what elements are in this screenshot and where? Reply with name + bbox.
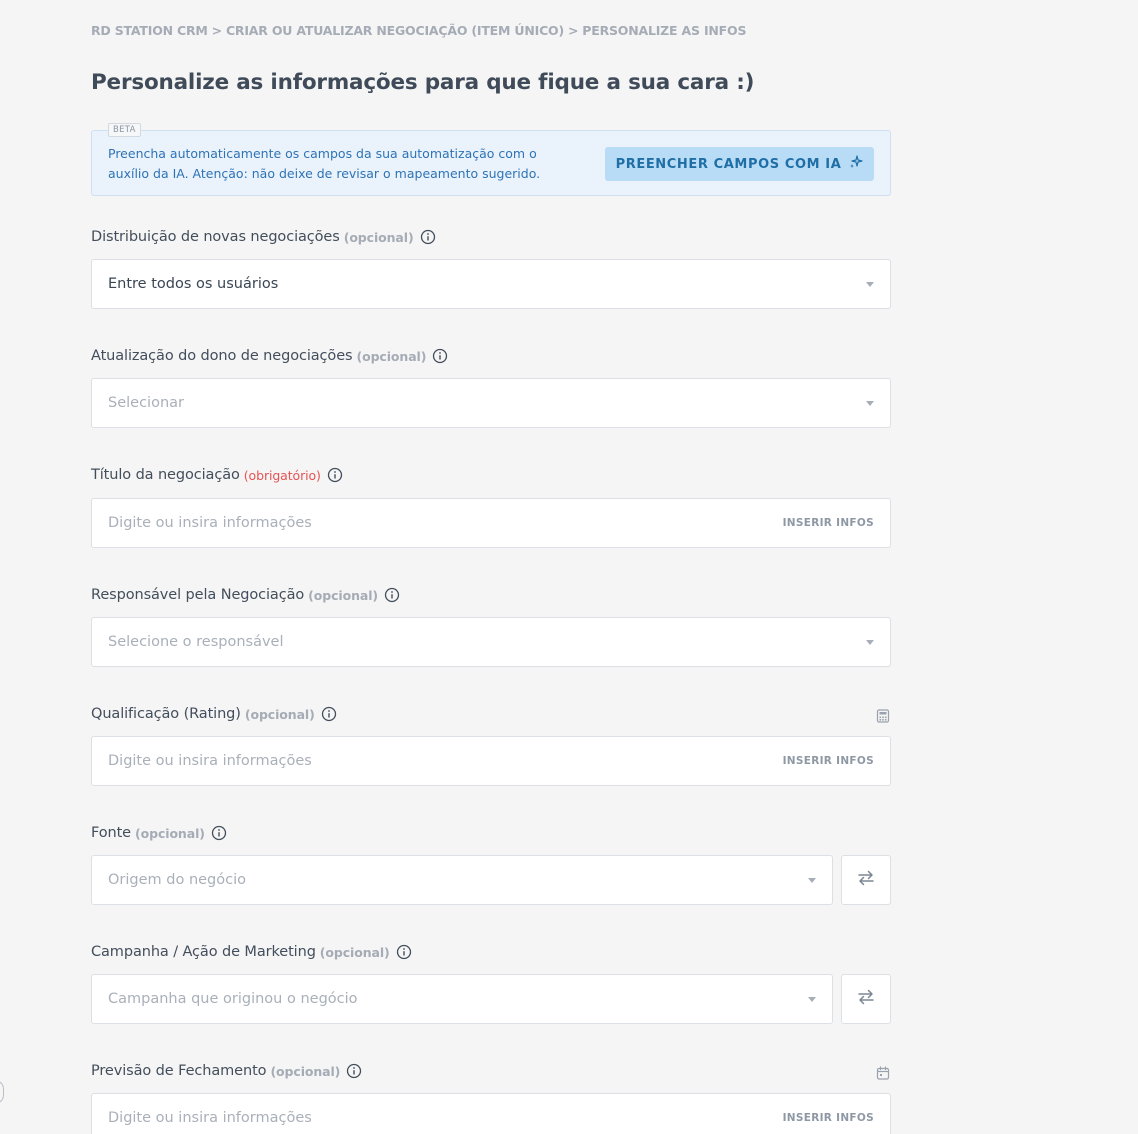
info-icon[interactable]	[346, 1063, 362, 1079]
ai-banner-text: Preencha automaticamente os campos da su…	[108, 146, 541, 181]
chevron-down-icon	[866, 281, 874, 287]
distribution-select[interactable]: Entre todos os usuários	[91, 259, 891, 309]
source-select-placeholder: Origem do negócio	[108, 872, 247, 888]
required-tag: (obrigatório)	[243, 467, 321, 483]
rating-field-label: Qualificação (Rating) (opcional)	[91, 706, 337, 722]
chevron-down-icon	[808, 877, 816, 883]
optional-tag: (opcional)	[270, 1063, 341, 1079]
sparkle-icon	[849, 155, 863, 173]
info-icon[interactable]	[420, 229, 436, 245]
info-icon[interactable]	[432, 348, 448, 364]
insert-info-button[interactable]: INSERIR INFOS	[783, 1112, 874, 1124]
optional-tag: (opcional)	[244, 706, 315, 722]
deal-title-field-label: Título da negociação (obrigatório)	[91, 467, 343, 483]
breadcrumb-item-rd-station-crm[interactable]: RD STATION CRM	[91, 23, 208, 38]
info-icon[interactable]	[396, 944, 412, 960]
info-icon[interactable]	[384, 587, 400, 603]
rating-input-placeholder: Digite ou insira informações	[108, 753, 312, 769]
ai-button-label: PREENCHER CAMPOS COM IA	[615, 156, 842, 172]
close-forecast-field-label: Previsão de Fechamento (opcional)	[91, 1063, 362, 1079]
info-icon[interactable]	[211, 825, 227, 841]
chevron-down-icon	[808, 996, 816, 1002]
campaign-swap-button[interactable]	[841, 974, 891, 1024]
field-label-text: Atualização do dono de negociações	[91, 348, 353, 364]
optional-tag: (opcional)	[308, 587, 379, 603]
side-panel-handle[interactable]	[0, 1080, 4, 1104]
breadcrumb-item-criar-negociacao[interactable]: CRIAR OU ATUALIZAR NEGOCIAÇÃO (ITEM ÚNIC…	[226, 23, 564, 38]
source-select[interactable]: Origem do negócio	[91, 855, 833, 905]
field-label-text: Campanha / Ação de Marketing	[91, 944, 316, 960]
campaign-select[interactable]: Campanha que originou o negócio	[91, 974, 833, 1024]
responsible-field-label: Responsável pela Negociação (opcional)	[91, 587, 400, 603]
deal-title-input[interactable]: Digite ou insira informações INSERIR INF…	[91, 498, 891, 548]
responsible-select[interactable]: Selecione o responsável	[91, 617, 891, 667]
fill-fields-with-ai-button[interactable]: PREENCHER CAMPOS COM IA	[605, 147, 874, 181]
page-title: Personalize as informações para que fiqu…	[91, 70, 755, 95]
info-icon[interactable]	[321, 706, 337, 722]
field-label-text: Fonte	[91, 825, 131, 841]
chevron-down-icon	[866, 400, 874, 406]
owner-update-select[interactable]: Selecionar	[91, 378, 891, 428]
field-label-text: Responsável pela Negociação	[91, 587, 305, 603]
distribution-field-label: Distribuição de novas negociações (opcio…	[91, 229, 436, 245]
optional-tag: (opcional)	[356, 348, 427, 364]
rating-input[interactable]: Digite ou insira informações INSERIR INF…	[91, 736, 891, 786]
campaign-field-label: Campanha / Ação de Marketing (opcional)	[91, 944, 412, 960]
optional-tag: (opcional)	[135, 825, 205, 841]
swap-arrows-icon	[855, 986, 877, 1012]
campaign-select-placeholder: Campanha que originou o negócio	[108, 991, 358, 1007]
distribution-select-value: Entre todos os usuários	[108, 276, 279, 292]
optional-tag: (opcional)	[343, 229, 414, 245]
chevron-down-icon	[866, 639, 874, 645]
field-label-text: Previsão de Fechamento	[91, 1063, 267, 1079]
source-swap-button[interactable]	[841, 855, 891, 905]
source-field-label: Fonte (opcional)	[91, 825, 227, 841]
responsible-select-placeholder: Selecione o responsável	[108, 634, 284, 650]
insert-info-button[interactable]: INSERIR INFOS	[783, 517, 874, 529]
breadcrumb-item-personalize: PERSONALIZE AS INFOS	[582, 23, 747, 38]
close-forecast-input-placeholder: Digite ou insira informações	[108, 1110, 312, 1126]
owner-update-select-placeholder: Selecionar	[108, 395, 184, 411]
owner-update-field-label: Atualização do dono de negociações (opci…	[91, 348, 448, 364]
page: RD STATION CRM > CRIAR OU ATUALIZAR NEGOCI…	[0, 0, 1138, 1134]
breadcrumb: RD STATION CRM > CRIAR OU ATUALIZAR NEGOCI…	[91, 23, 746, 38]
calculator-icon[interactable]	[876, 709, 890, 723]
calendar-icon[interactable]	[876, 1066, 890, 1080]
optional-tag: (opcional)	[319, 944, 390, 960]
deal-title-input-placeholder: Digite ou insira informações	[108, 515, 312, 531]
breadcrumb-separator: >	[568, 23, 579, 38]
field-label-text: Título da negociação	[91, 467, 240, 483]
close-forecast-input[interactable]: Digite ou insira informações INSERIR INF…	[91, 1093, 891, 1134]
info-icon[interactable]	[327, 467, 343, 483]
swap-arrows-icon	[855, 867, 877, 893]
ai-fill-banner: BETA Preencha automaticamente os campos …	[91, 123, 891, 196]
beta-badge: BETA	[108, 123, 141, 137]
field-label-text: Qualificação (Rating)	[91, 706, 241, 722]
breadcrumb-separator: >	[211, 23, 222, 38]
insert-info-button[interactable]: INSERIR INFOS	[783, 755, 874, 767]
field-label-text: Distribuição de novas negociações	[91, 229, 340, 245]
